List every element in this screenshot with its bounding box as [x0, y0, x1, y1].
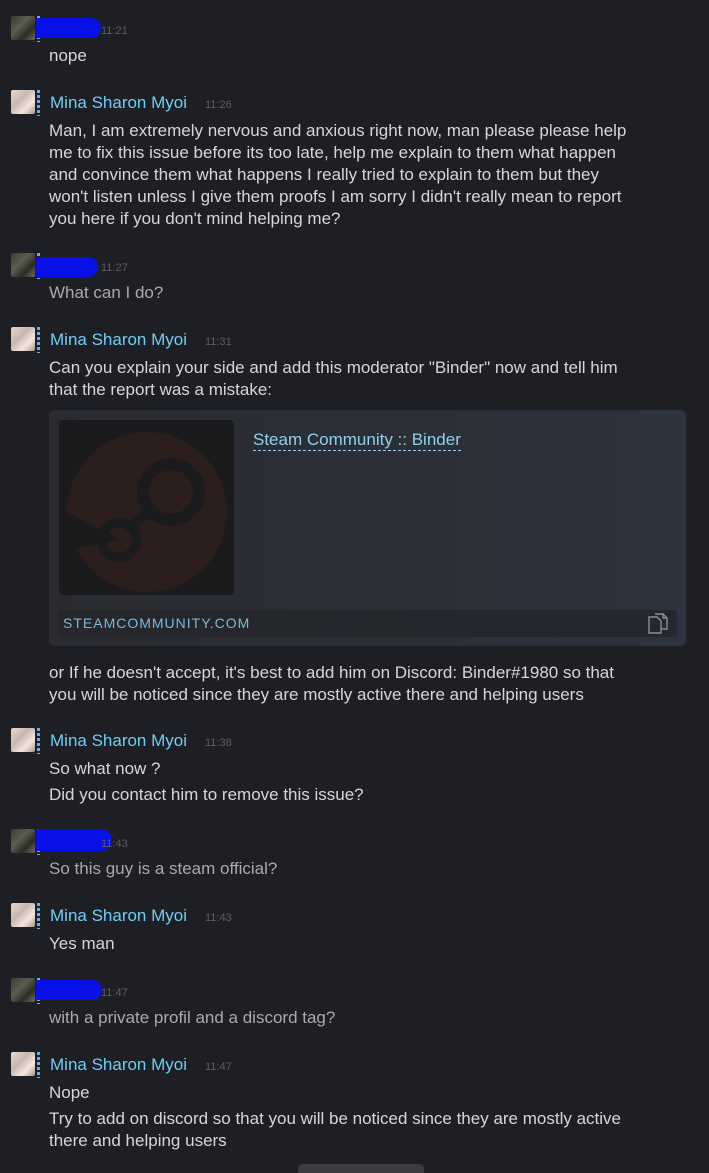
- redacted-name: [36, 980, 102, 1000]
- message-text: Can you explain your side and add this m…: [49, 358, 618, 377]
- sender-name[interactable]: Mina Sharon Myoi: [50, 1055, 187, 1075]
- message-text: you will be noticed since they are mostl…: [49, 685, 584, 704]
- avatar[interactable]: [11, 829, 35, 853]
- timestamp: 11:21: [101, 25, 128, 37]
- link-preview-card[interactable]: Steam Community :: Binder STEAMCOMMUNITY…: [49, 410, 686, 646]
- message-text: Try to add on discord so that you will b…: [49, 1109, 621, 1128]
- avatar[interactable]: [11, 90, 35, 114]
- embed-title-link[interactable]: Steam Community :: Binder: [253, 430, 461, 451]
- steam-logo-icon[interactable]: [59, 420, 234, 595]
- sender-name[interactable]: Mina Sharon Myoi: [50, 731, 187, 751]
- message-text: Did you contact him to remove this issue…: [49, 785, 364, 804]
- message-text: Man, I am extremely nervous and anxious …: [49, 121, 627, 140]
- scroll-to-bottom-tab[interactable]: [298, 1164, 424, 1173]
- timestamp: 11:31: [205, 336, 232, 348]
- avatar[interactable]: [11, 327, 35, 351]
- sender-name[interactable]: Mina Sharon Myoi: [50, 330, 187, 350]
- embed-domain[interactable]: STEAMCOMMUNITY.COM: [63, 615, 250, 631]
- timestamp: 11:47: [101, 987, 128, 999]
- avatar[interactable]: [11, 253, 35, 277]
- timestamp: 11:43: [101, 838, 128, 850]
- timestamp: 11:47: [205, 1061, 232, 1073]
- presence-indicator: [37, 327, 40, 353]
- embed-domain-bar: STEAMCOMMUNITY.COM: [58, 610, 677, 637]
- redacted-name: [36, 257, 98, 277]
- message-text: or If he doesn't accept, it's best to ad…: [49, 663, 614, 682]
- message-text: with a private profil and a discord tag?: [49, 1008, 336, 1027]
- message-text: that the report was a mistake:: [49, 380, 272, 399]
- avatar[interactable]: [11, 16, 35, 40]
- copy-link-icon[interactable]: [646, 612, 670, 639]
- message-text: What can I do?: [49, 283, 164, 302]
- timestamp: 11:26: [205, 99, 232, 111]
- timestamp: 11:27: [101, 262, 128, 274]
- timestamp: 11:43: [205, 912, 232, 924]
- presence-indicator: [37, 903, 40, 929]
- redacted-name: [36, 18, 101, 38]
- message-text: me to fix this issue before its too late…: [49, 143, 616, 162]
- sender-name[interactable]: Mina Sharon Myoi: [50, 93, 187, 113]
- message-text: So this guy is a steam official?: [49, 859, 278, 878]
- message-text: and convince them what happens I really …: [49, 165, 599, 184]
- message-text: won't listen unless I give them proofs I…: [49, 187, 622, 206]
- message-text: there and helping users: [49, 1131, 227, 1150]
- message-text: Nope: [49, 1083, 90, 1102]
- message-text: So what now ?: [49, 759, 161, 778]
- avatar[interactable]: [11, 903, 35, 927]
- presence-indicator: [37, 1052, 40, 1078]
- message-text: nope: [49, 46, 87, 65]
- sender-name[interactable]: Mina Sharon Myoi: [50, 906, 187, 926]
- message-text: you here if you don't mind helping me?: [49, 209, 341, 228]
- avatar[interactable]: [11, 978, 35, 1002]
- avatar[interactable]: [11, 728, 35, 752]
- presence-indicator: [37, 90, 40, 116]
- presence-indicator: [37, 728, 40, 754]
- timestamp: 11:38: [205, 737, 232, 749]
- avatar[interactable]: [11, 1052, 35, 1076]
- message-text: Yes man: [49, 934, 115, 953]
